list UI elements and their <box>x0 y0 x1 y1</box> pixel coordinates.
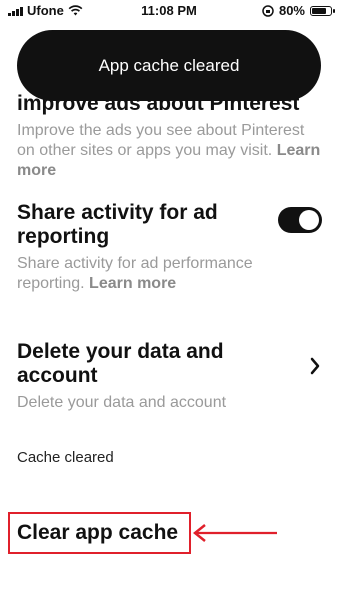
share-activity-item: Share activity for ad reporting Share ac… <box>17 201 322 294</box>
cache-status-label: Cache cleared <box>17 449 114 466</box>
status-bar: Ufone 11:08 PM 80% <box>0 0 338 20</box>
battery-icon <box>310 5 335 16</box>
share-activity-description: Share activity for ad performance report… <box>17 255 253 292</box>
toast-message: App cache cleared <box>98 55 240 75</box>
settings-list: improve ads about Pinterest Improve the … <box>17 92 322 466</box>
status-right: 80% <box>262 3 335 18</box>
delete-account-title: Delete your data and account <box>17 340 224 387</box>
battery-percent: 80% <box>278 3 305 18</box>
ads-improvement-item: improve ads about Pinterest Improve the … <box>17 92 322 181</box>
chevron-right-icon <box>310 357 320 375</box>
share-activity-title: Share activity for ad reporting <box>17 201 218 248</box>
learn-more-link[interactable]: Learn more <box>89 275 176 292</box>
ads-item-description: Improve the ads you see about Pinterest … <box>17 122 321 179</box>
arrow-left-icon <box>192 524 277 542</box>
delete-account-description: Delete your data and account <box>17 394 227 411</box>
delete-account-item[interactable]: Delete your data and account Delete your… <box>17 340 322 413</box>
toast-notification: App cache cleared <box>17 30 321 101</box>
orientation-lock-icon <box>262 4 274 17</box>
clear-app-cache-button[interactable]: Clear app cache <box>17 521 178 545</box>
share-activity-toggle[interactable] <box>278 207 322 233</box>
